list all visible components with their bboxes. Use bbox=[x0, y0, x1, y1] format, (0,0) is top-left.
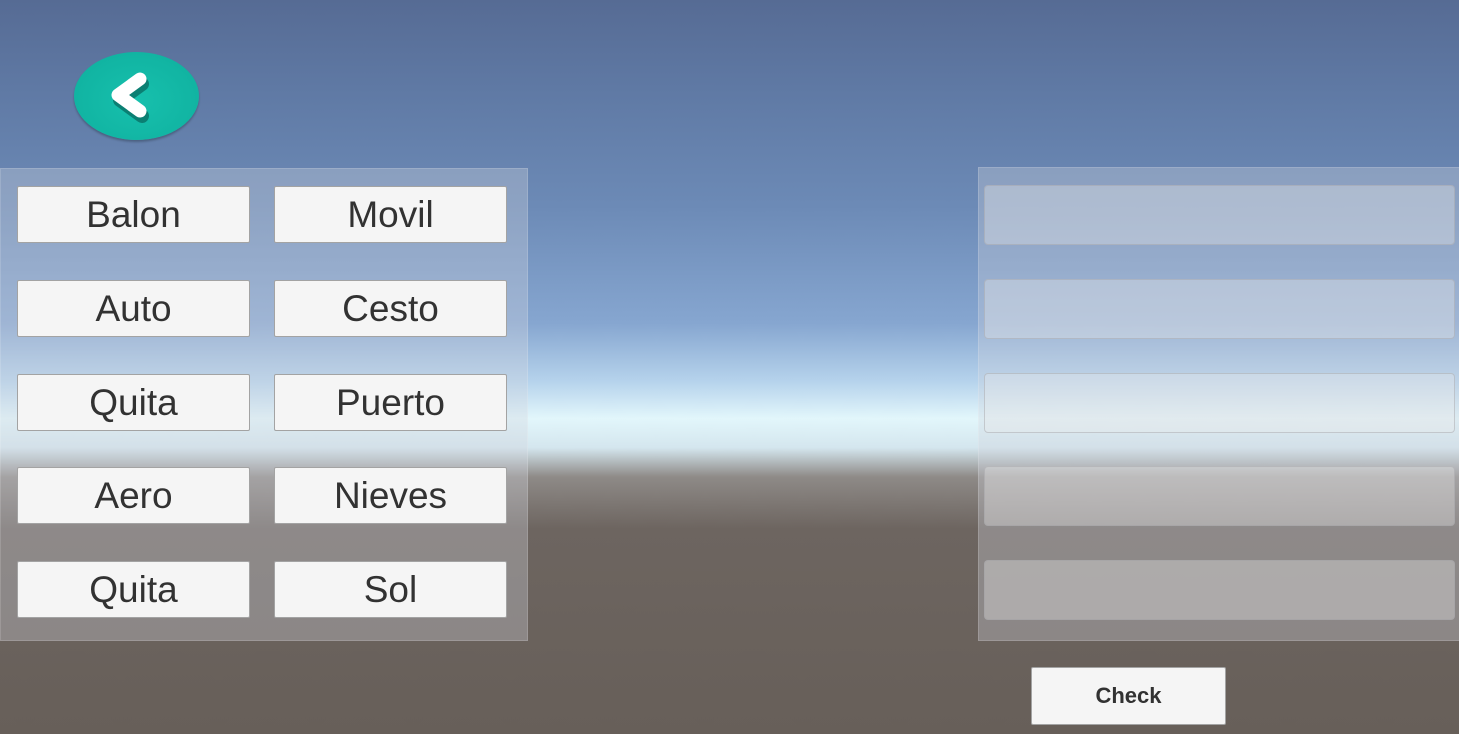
answer-slot-1[interactable] bbox=[984, 185, 1455, 245]
word-button-cesto[interactable]: Cesto bbox=[274, 280, 507, 337]
answer-slot-5[interactable] bbox=[984, 560, 1455, 620]
check-button[interactable]: Check bbox=[1031, 667, 1226, 725]
word-button-auto[interactable]: Auto bbox=[17, 280, 250, 337]
word-button-quita-1[interactable]: Quita bbox=[17, 374, 250, 431]
back-button[interactable] bbox=[74, 52, 199, 140]
answer-slot-4[interactable] bbox=[984, 466, 1455, 526]
word-button-nieves[interactable]: Nieves bbox=[274, 467, 507, 524]
word-button-sol[interactable]: Sol bbox=[274, 561, 507, 618]
chevron-left-icon bbox=[111, 72, 149, 123]
answer-slot-3[interactable] bbox=[984, 373, 1455, 433]
word-button-aero[interactable]: Aero bbox=[17, 467, 250, 524]
word-button-puerto[interactable]: Puerto bbox=[274, 374, 507, 431]
word-button-balon[interactable]: Balon bbox=[17, 186, 250, 243]
word-button-movil[interactable]: Movil bbox=[274, 186, 507, 243]
answer-slot-2[interactable] bbox=[984, 279, 1455, 339]
word-button-quita-2[interactable]: Quita bbox=[17, 561, 250, 618]
